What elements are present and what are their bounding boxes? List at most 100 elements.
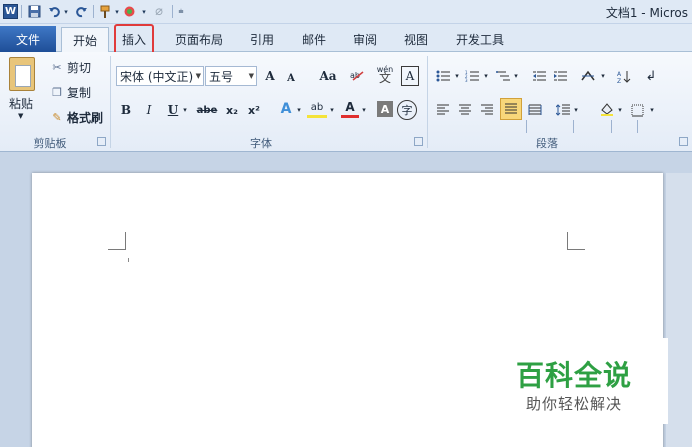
title-bar: W ▾ ▾ ▾ ⌀ ⩧ 文档1 - Micros <box>0 0 692 24</box>
undo-dropdown-icon[interactable]: ▾ <box>62 3 70 20</box>
margin-corner-top-right <box>567 232 585 250</box>
disabled-icon: ⌀ <box>155 4 163 19</box>
tab-developer[interactable]: 开发工具 <box>448 27 512 52</box>
paragraph-launcher-icon[interactable] <box>679 137 688 146</box>
format-painter-button[interactable]: ✎ 格式刷 <box>50 108 103 126</box>
font-size-value: 五号 <box>209 69 234 84</box>
chinese-layout-dropdown-icon[interactable]: ▾ <box>599 66 607 86</box>
justify-icon[interactable] <box>500 98 522 120</box>
dropdown-icon[interactable]: ▾ <box>140 3 148 20</box>
svg-text:Z: Z <box>617 78 621 83</box>
subscript-button[interactable]: x₂ <box>224 100 240 120</box>
superscript-button[interactable]: x² <box>246 100 262 120</box>
document-margin <box>666 173 692 447</box>
multilevel-dropdown-icon[interactable]: ▾ <box>512 66 520 86</box>
bullets-dropdown-icon[interactable]: ▾ <box>453 66 461 86</box>
borders-icon[interactable] <box>628 100 646 120</box>
font-color-dropdown-icon[interactable]: ▾ <box>360 100 368 120</box>
multilevel-list-icon[interactable] <box>494 66 512 86</box>
format-painter-label: 格式刷 <box>67 110 104 125</box>
align-left-icon[interactable] <box>434 100 452 120</box>
tab-home[interactable]: 开始 <box>61 27 109 53</box>
copy-label: 复制 <box>67 85 92 100</box>
borders-dropdown-icon[interactable]: ▾ <box>648 100 656 120</box>
char-shading-button[interactable]: A <box>377 101 393 117</box>
text-cursor <box>128 258 129 262</box>
separator <box>611 120 612 133</box>
chinese-layout-icon[interactable] <box>577 66 599 86</box>
font-launcher-icon[interactable] <box>414 137 423 146</box>
cut-button[interactable]: ✂ 剪切 <box>50 58 91 76</box>
decrease-indent-icon[interactable] <box>530 66 548 86</box>
sort-icon[interactable]: AZ <box>615 66 633 86</box>
undo-icon[interactable] <box>47 3 61 20</box>
shrink-font-button[interactable]: A <box>283 68 299 88</box>
paste-icon[interactable] <box>9 57 35 91</box>
color-icon[interactable] <box>122 3 136 20</box>
underline-button[interactable]: U <box>165 100 181 120</box>
grow-font-button[interactable]: A <box>261 66 279 86</box>
shading-icon[interactable] <box>598 99 616 119</box>
font-color-button[interactable]: A <box>341 99 359 118</box>
copy-button[interactable]: ❐ 复制 <box>50 83 91 101</box>
format-painter-icon[interactable] <box>97 3 113 20</box>
paste-button[interactable]: 粘贴 <box>9 95 33 112</box>
clipboard-launcher-icon[interactable] <box>97 137 106 146</box>
separator <box>21 5 22 18</box>
redo-icon[interactable] <box>74 3 88 20</box>
underline-dropdown-icon[interactable]: ▾ <box>181 100 189 120</box>
word-app-icon[interactable]: W <box>3 4 18 19</box>
phonetic-guide-button[interactable]: wén 文 <box>373 64 397 84</box>
text-effects-dropdown-icon[interactable]: ▾ <box>295 100 303 120</box>
save-icon[interactable] <box>27 3 41 20</box>
distribute-icon[interactable] <box>526 100 544 120</box>
copy-icon: ❐ <box>52 85 62 99</box>
char-border-button[interactable]: A <box>401 66 419 86</box>
clear-format-icon[interactable]: ab <box>347 66 367 86</box>
font-group-label: 字体 <box>250 137 272 150</box>
separator <box>573 120 574 133</box>
bold-button[interactable]: B <box>118 100 134 120</box>
chevron-down-icon: ▼ <box>248 72 254 80</box>
italic-button[interactable]: I <box>141 100 157 120</box>
font-size-combo[interactable]: 五号 ▼ <box>205 66 257 86</box>
align-center-icon[interactable] <box>456 100 474 120</box>
separator <box>172 5 173 18</box>
show-marks-icon[interactable]: ↲ <box>642 66 660 86</box>
tab-page-layout[interactable]: 页面布局 <box>168 27 230 52</box>
align-right-icon[interactable] <box>478 100 496 120</box>
change-case-button[interactable]: Aa <box>314 66 342 86</box>
numbering-dropdown-icon[interactable]: ▾ <box>482 66 490 86</box>
tab-mailings[interactable]: 邮件 <box>296 27 332 52</box>
brush-icon: ✎ <box>52 110 62 124</box>
tab-review[interactable]: 审阅 <box>347 27 383 52</box>
clipboard-group-label: 剪贴板 <box>33 137 67 150</box>
shading-dropdown-icon[interactable]: ▾ <box>616 100 624 120</box>
tab-file[interactable]: 文件 <box>0 26 56 52</box>
numbering-icon[interactable]: 123 <box>463 66 481 86</box>
enclose-chars-button[interactable]: 字 <box>397 100 417 120</box>
customize-quick-access-icon[interactable]: ⩧ <box>176 3 186 20</box>
bullets-icon[interactable] <box>434 66 452 86</box>
separator <box>110 56 111 148</box>
font-name-combo[interactable]: 宋体 (中文正) ▼ <box>116 66 204 86</box>
text-effects-button[interactable]: A <box>277 99 295 119</box>
ribbon-tabs: 文件 开始 插入 页面布局 引用 邮件 审阅 视图 开发工具 <box>0 24 692 53</box>
highlight-dropdown-icon[interactable]: ▾ <box>328 100 336 120</box>
ribbon: 粘贴 ▼ ✂ 剪切 ❐ 复制 ✎ 格式刷 剪贴板 宋体 (中文正) ▼ 五号 ▼… <box>0 52 692 167</box>
tab-references[interactable]: 引用 <box>244 27 280 52</box>
phonetic-char-icon: 文 <box>378 71 391 85</box>
line-spacing-dropdown-icon[interactable]: ▾ <box>572 100 580 120</box>
highlight-button[interactable]: ab <box>307 99 327 118</box>
tab-view[interactable]: 视图 <box>398 27 434 52</box>
watermark-title: 百科全说 <box>516 359 633 392</box>
line-spacing-icon[interactable] <box>554 100 572 120</box>
paste-dropdown-icon[interactable]: ▼ <box>18 112 23 120</box>
dropdown-icon[interactable]: ▾ <box>113 3 121 20</box>
watermark-subtitle: 助你轻松解决 <box>526 395 623 413</box>
paragraph-group-label: 段落 <box>536 137 558 150</box>
svg-text:A: A <box>617 71 622 78</box>
increase-indent-icon[interactable] <box>551 66 569 86</box>
cut-label: 剪切 <box>67 60 92 75</box>
strikethrough-button[interactable]: abe <box>194 100 220 120</box>
